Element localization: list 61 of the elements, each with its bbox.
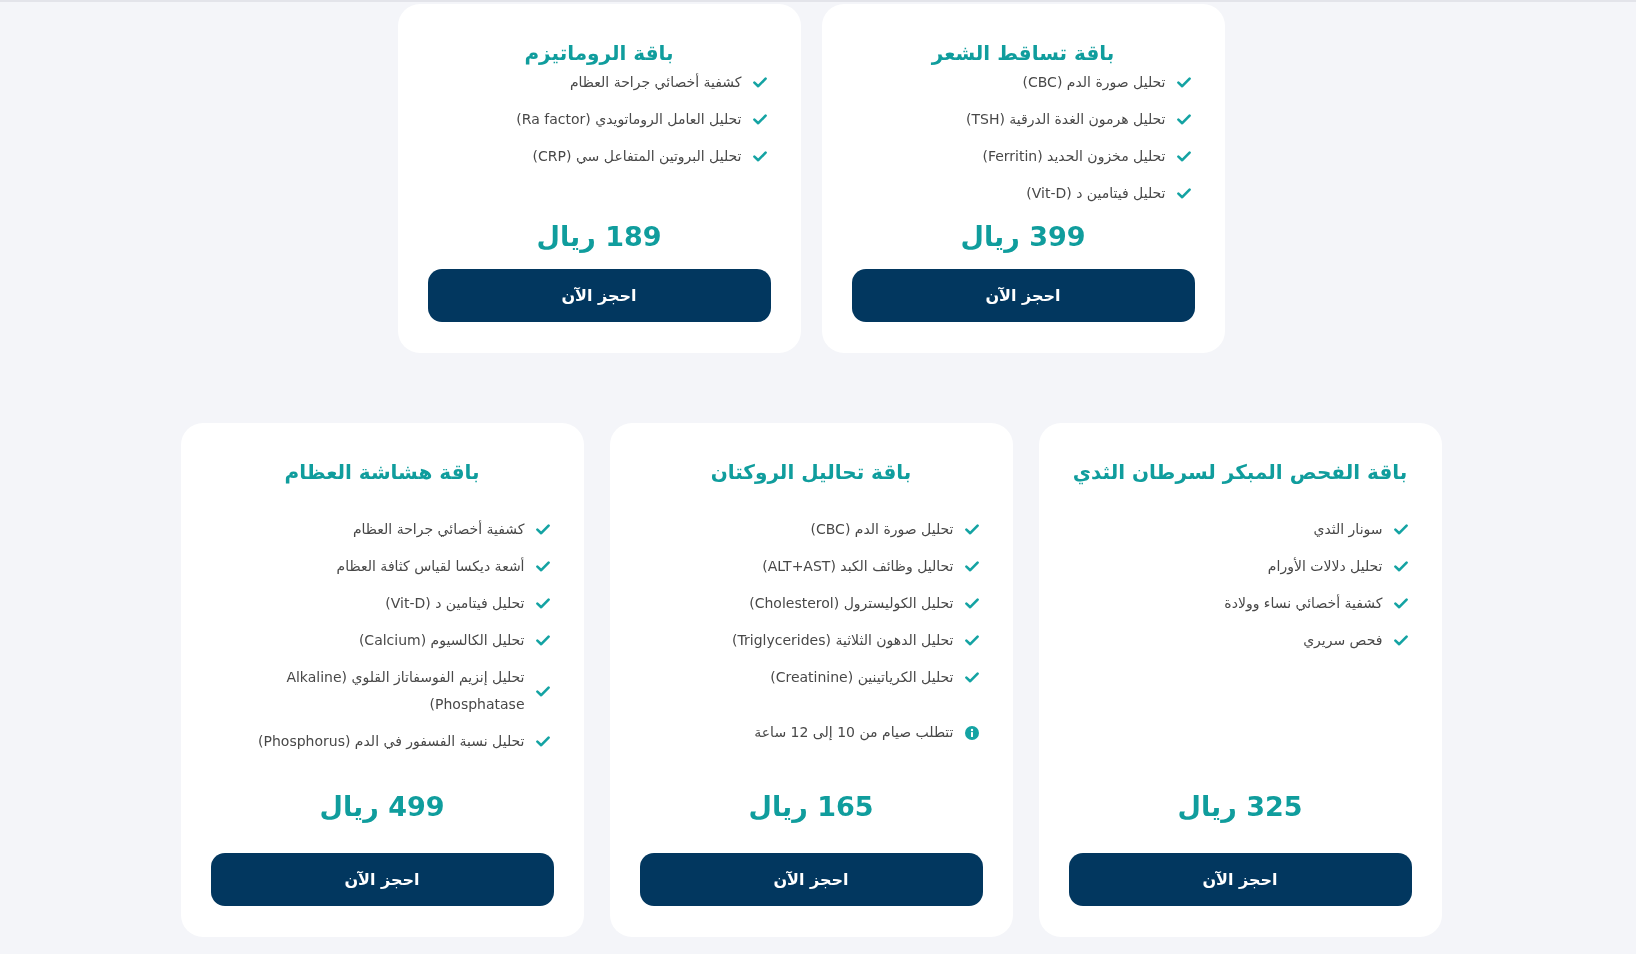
- check-icon: [535, 736, 550, 747]
- check-icon: [1176, 188, 1191, 199]
- book-button[interactable]: احجز الآن: [851, 269, 1195, 322]
- test-item: تحليل نسبة الفسفور في الدم (Phosphorus): [258, 732, 525, 752]
- check-icon: [535, 598, 550, 609]
- test-item: تحليل هرمون الغدة الدرقية (TSH): [966, 110, 1166, 130]
- check-icon: [535, 561, 550, 572]
- test-item: تحليل البروتين المتفاعل سي (CRP): [532, 147, 742, 167]
- test-item: كشفية أخصائي جراحة العظام: [352, 519, 525, 540]
- check-icon: [1393, 524, 1408, 535]
- book-button[interactable]: احجز الآن: [639, 853, 983, 906]
- info-icon: [964, 725, 979, 740]
- test-item: فحص سريري: [1303, 631, 1383, 651]
- test-item: تحليل دلالات الأورام: [1267, 556, 1383, 577]
- package-title: باقة تساقط الشعر: [930, 40, 1116, 67]
- check-icon: [752, 114, 767, 125]
- check-icon: [964, 672, 979, 683]
- test-item: تحاليل وظائف الكبد (ALT+AST): [762, 557, 954, 577]
- package-title: باقة هشاشة العظام: [283, 459, 481, 486]
- test-item: تحليل فيتامين د (Vit-D): [1026, 184, 1166, 204]
- price-text: 189 ريال: [535, 220, 663, 255]
- check-icon: [964, 598, 979, 609]
- check-icon: [1176, 77, 1191, 88]
- package-title: باقة تحاليل الروكتان: [709, 459, 913, 486]
- book-button[interactable]: احجز الآن: [1068, 853, 1412, 906]
- check-icon: [964, 561, 979, 572]
- test-item: تحليل صورة الدم (CBC): [1022, 73, 1166, 93]
- check-icon: [964, 524, 979, 535]
- test-item: تحليل الكالسيوم (Calcium): [358, 631, 525, 651]
- check-icon: [1393, 598, 1408, 609]
- check-icon: [1176, 151, 1191, 162]
- book-button[interactable]: احجز الآن: [427, 269, 771, 322]
- price-text: 165 ريال: [747, 790, 875, 825]
- check-icon: [535, 635, 550, 646]
- test-item: تحليل الكوليسترول (Cholesterol): [749, 594, 954, 614]
- check-icon: [1393, 635, 1408, 646]
- check-icon: [752, 77, 767, 88]
- price-text: 499 ريال: [318, 790, 446, 825]
- test-item: تحليل العامل الروماتويدي (Ra factor): [516, 110, 742, 130]
- test-item: تحليل فيتامين د (Vit-D): [385, 594, 525, 614]
- test-item: تحليل الكرياتينين (Creatinine): [770, 668, 954, 688]
- test-item: أشعة ديكسا لقياس كثافة العظام: [336, 556, 525, 577]
- check-icon: [964, 635, 979, 646]
- test-item: تحليل إنزيم الفوسفاتاز القلوي (Alkaline Phosphatase): [285, 668, 525, 714]
- check-icon: [752, 151, 767, 162]
- price-text: 325 ريال: [1176, 790, 1304, 825]
- test-item: تحليل مخزون الحديد (Ferritin): [982, 147, 1166, 167]
- package-title: باقة الروماتيزم: [523, 40, 675, 67]
- check-icon: [1393, 561, 1408, 572]
- package-title: باقة الفحص المبكر لسرطان الثدي: [1071, 459, 1409, 487]
- test-item: سونار الثدي: [1313, 520, 1383, 540]
- test-item: تحليل الدهون الثلاثية (Triglycerides): [732, 631, 954, 651]
- fasting-note: تتطلب صيام من 10 إلى 12 ساعة: [754, 723, 954, 743]
- check-icon: [535, 524, 550, 535]
- price-text: 399 ريال: [959, 220, 1087, 255]
- check-icon: [1176, 114, 1191, 125]
- check-icon: [535, 685, 550, 697]
- book-button[interactable]: احجز الآن: [210, 853, 554, 906]
- test-item: كشفية أخصائي جراحة العظام: [569, 72, 742, 93]
- test-item: كشفية أخصائي نساء وولادة: [1224, 593, 1383, 614]
- test-item: تحليل صورة الدم (CBC): [810, 520, 954, 540]
